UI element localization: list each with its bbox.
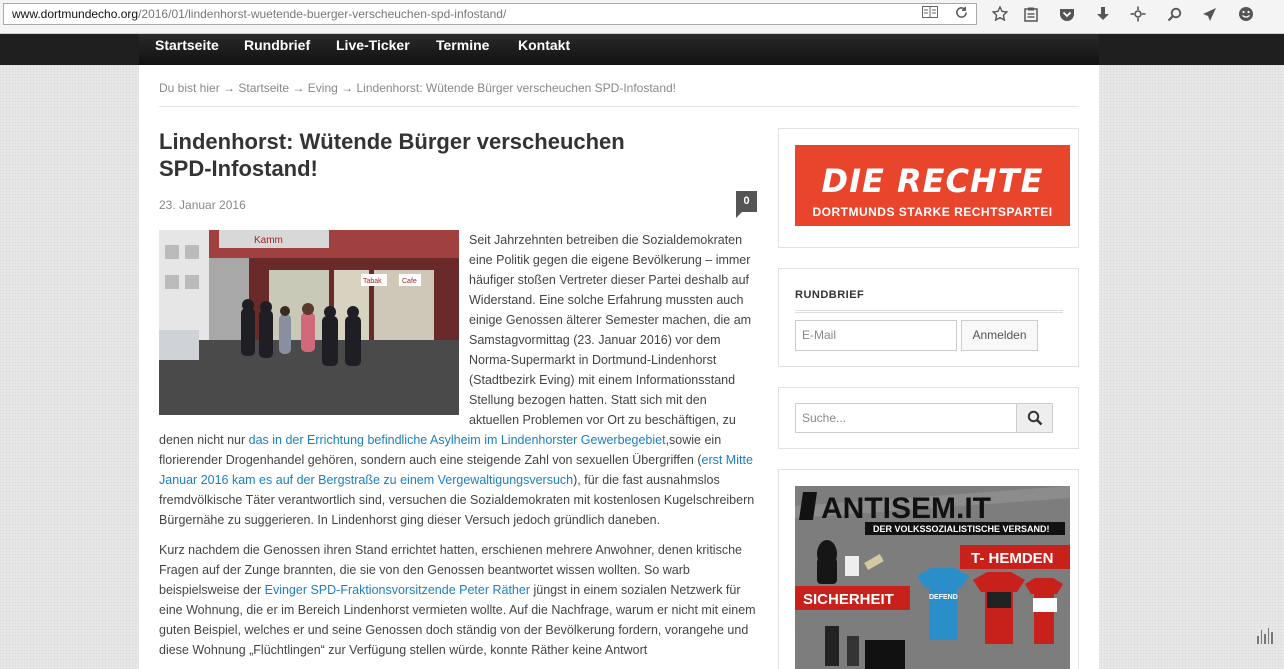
- breadcrumb-separator: →: [223, 81, 236, 95]
- smiley-icon[interactable]: [1234, 3, 1258, 25]
- breadcrumb-prefix: Du bist hier: [159, 81, 220, 95]
- newsletter-heading: RUNDBRIEF: [795, 289, 865, 301]
- scroll-indicator-icon[interactable]: [1257, 628, 1273, 644]
- antisem-tagline: DER VOLKSSOZIALISTISCHE VERSAND!: [873, 524, 1050, 534]
- search-button[interactable]: [1016, 403, 1053, 433]
- search-input[interactable]: Suche...: [795, 403, 1017, 433]
- die-rechte-banner[interactable]: DIE RECHTE DORTMUNDS STARKE RECHTSPARTEI: [795, 145, 1070, 226]
- search-icon[interactable]: [1162, 3, 1186, 25]
- antisem-banner[interactable]: ANTISEM.IT DER VOLKSSOZIALISTISCHE VERSA…: [795, 486, 1070, 669]
- nav-item-kontakt[interactable]: Kontakt: [518, 34, 570, 65]
- sidebar-widget-search: Suche...: [778, 387, 1079, 449]
- breadcrumb-current: Lindenhorst: Wütende Bürger verscheuchen…: [356, 81, 677, 95]
- email-field[interactable]: E-Mail: [795, 320, 957, 351]
- photo-shop-sign-cafe: Cafe: [402, 278, 417, 285]
- breadcrumb-item-eving[interactable]: Eving: [308, 81, 338, 95]
- die-rechte-logo-text: DIE RECHTE: [821, 162, 1044, 200]
- photo-sign-text: Kamm: [254, 235, 283, 246]
- url-domain: www.dortmundecho.org: [12, 7, 139, 21]
- reading-list-icon[interactable]: [1019, 3, 1043, 25]
- comment-count-badge[interactable]: 0: [736, 191, 757, 218]
- divider: [159, 106, 1079, 107]
- widget-rule: [795, 310, 1063, 313]
- article-photo: Kamm Tabak Cafe: [159, 230, 459, 415]
- page-container: Du bist hier → Startseite → Eving → Lind…: [139, 65, 1099, 669]
- antisem-label-sicherheit: SICHERHEIT: [803, 591, 894, 608]
- reader-view-icon[interactable]: [921, 4, 939, 20]
- antisem-shirt-text: DEFEND: [929, 594, 958, 601]
- antisem-ad-graphic: ANTISEM.IT DER VOLKSSOZIALISTISCHE VERSA…: [795, 486, 1070, 669]
- nav-item-rundbrief[interactable]: Rundbrief: [244, 34, 310, 65]
- antisem-logo-text: ANTISEM.IT: [821, 492, 991, 525]
- browser-toolbar: www.dortmundecho.org/2016/01/lindenhorst…: [0, 0, 1284, 34]
- article-paragraph: Kurz nachdem die Genossen ihren Stand er…: [159, 540, 759, 660]
- subscribe-button[interactable]: Anmelden: [961, 320, 1038, 351]
- address-bar[interactable]: www.dortmundecho.org/2016/01/lindenhorst…: [3, 3, 977, 25]
- sidebar-widget-die-rechte: DIE RECHTE DORTMUNDS STARKE RECHTSPARTEI: [778, 128, 1079, 248]
- breadcrumb-separator: →: [292, 81, 305, 95]
- pocket-icon[interactable]: [1055, 3, 1079, 25]
- article-body: Kamm Tabak Cafe Seit Jahrzehnten betreib…: [159, 230, 759, 669]
- photo-scene: Kamm Tabak Cafe: [159, 230, 459, 415]
- download-icon[interactable]: [1091, 3, 1115, 25]
- sidebar-widget-ad: ANTISEM.IT DER VOLKSSOZIALISTISCHE VERSA…: [778, 469, 1079, 669]
- nav-item-live-ticker[interactable]: Live-Ticker: [336, 34, 410, 65]
- send-icon[interactable]: [1197, 3, 1221, 25]
- article-title: Lindenhorst: Wütende Bürger verscheuchen…: [159, 129, 625, 181]
- photo-shop-sign-tabak: Tabak: [363, 278, 382, 285]
- article-link-asylheim[interactable]: das in der Errichtung befindliche Asylhe…: [249, 433, 666, 447]
- search-icon: [1027, 410, 1042, 426]
- article-link-peter-raether[interactable]: Evinger SPD-Fraktionsvorsitzende Peter R…: [265, 583, 530, 597]
- nav-item-termine[interactable]: Termine: [436, 34, 489, 65]
- die-rechte-subtitle: DORTMUNDS STARKE RECHTSPARTEI: [812, 205, 1053, 219]
- url-path: /2016/01/lindenhorst-wuetende-buerger-ve…: [138, 7, 507, 21]
- sidebar-widget-newsletter: RUNDBRIEF E-Mail Anmelden: [778, 268, 1079, 367]
- reload-icon[interactable]: [952, 4, 970, 20]
- nav-item-startseite[interactable]: Startseite: [155, 34, 219, 65]
- breadcrumb-item-startseite[interactable]: Startseite: [238, 81, 289, 95]
- bookmark-star-icon[interactable]: [988, 3, 1012, 25]
- article-date: 23. Januar 2016: [159, 198, 246, 212]
- breadcrumb: Du bist hier → Startseite → Eving → Lind…: [159, 81, 676, 95]
- main-nav: Startseite Rundbrief Live-Ticker Termine…: [139, 34, 1099, 65]
- extension-icon[interactable]: [1126, 3, 1150, 25]
- antisem-label-tshirts: T- HEMDEN: [971, 550, 1054, 567]
- breadcrumb-separator: →: [341, 81, 354, 95]
